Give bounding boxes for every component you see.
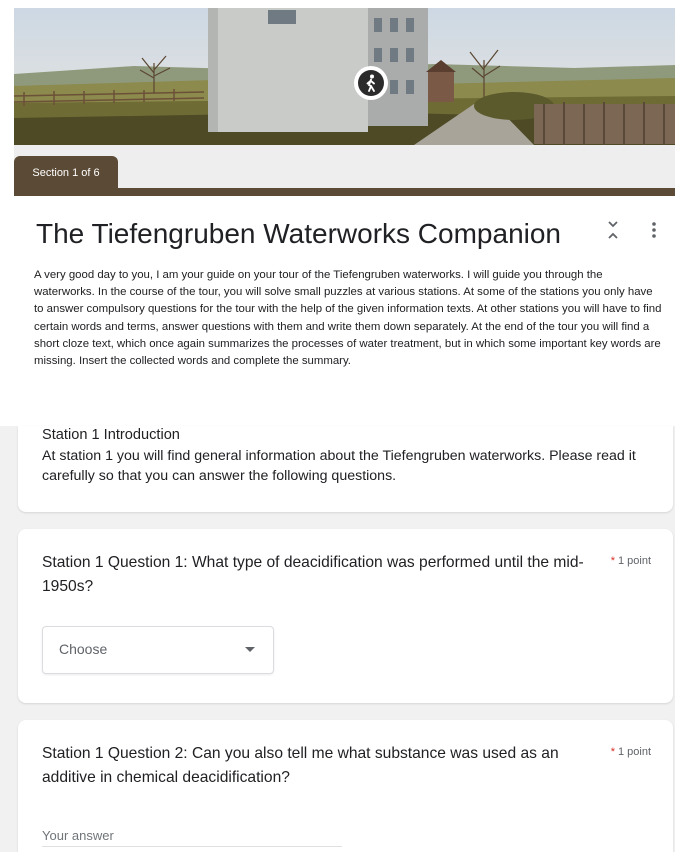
form-page: Section 1 of 6 The Tiefengruben Waterwor… — [0, 0, 675, 852]
dropdown-selected-value: Choose — [59, 641, 108, 657]
intro-text: At station 1 you will find general infor… — [42, 448, 636, 484]
question-2-points: * 1 point — [611, 746, 651, 758]
section-gap — [0, 404, 675, 426]
station-intro-card: Station 1 Introduction At station 1 you … — [18, 426, 673, 512]
question-card-1: Station 1 Question 1: What type of deaci… — [18, 529, 673, 703]
walking-person-icon — [358, 70, 384, 96]
form-title: The Tiefengruben Waterworks Companion — [36, 218, 561, 249]
intro-title: Station 1 Introduction — [42, 427, 180, 443]
question-card-2: Station 1 Question 2: Can you also tell … — [18, 720, 673, 852]
header-banner-image — [14, 8, 675, 145]
required-mark: * — [610, 555, 615, 567]
dropdown-arrow-icon — [245, 647, 255, 652]
section-indicator: Section 1 of 6 — [14, 156, 118, 190]
collapse-expand-icon[interactable] — [602, 218, 624, 242]
points-label: 1 point — [617, 555, 651, 567]
question-2-answer-input[interactable] — [42, 824, 342, 847]
form-description: A very good day to you, I am your guide … — [34, 269, 662, 368]
more-vert-icon[interactable] — [646, 218, 662, 242]
points-label: 1 point — [617, 746, 651, 758]
question-1-dropdown[interactable]: Choose — [42, 626, 274, 674]
question-1-points: * 1 point — [611, 555, 651, 567]
walking-person-badge — [354, 66, 388, 100]
form-header-card: The Tiefengruben Waterworks Companion A … — [14, 196, 675, 405]
required-mark: * — [610, 746, 615, 758]
question-2-text: Station 1 Question 2: Can you also tell … — [42, 745, 559, 786]
question-1-text: Station 1 Question 1: What type of deaci… — [42, 554, 584, 595]
banner-scene — [14, 8, 675, 145]
section-accent-bar — [14, 188, 675, 196]
